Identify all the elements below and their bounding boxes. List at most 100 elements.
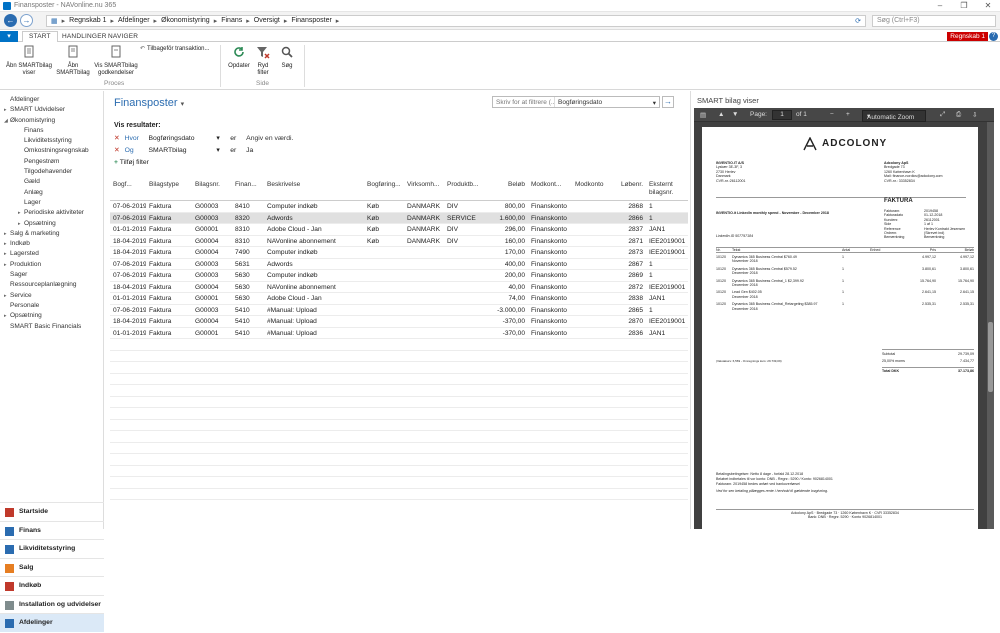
nav-tree-item[interactable]: Lager — [0, 198, 103, 208]
page-number-input[interactable]: 1 — [772, 110, 792, 120]
zoom-in-icon[interactable]: + — [846, 111, 850, 118]
previous-page-icon[interactable]: ▲ — [718, 111, 724, 118]
nav-button[interactable]: Indkøb — [0, 576, 104, 595]
column-header[interactable]: Bilagsnr. — [192, 179, 232, 200]
tab-naviger[interactable]: NAVIGER — [102, 32, 144, 41]
table-row[interactable]: 01-01-2019 Faktura G00001 5410 #Manual: Uplo… — [110, 328, 688, 339]
table-row[interactable]: 01-01-2019 Faktura G00001 8310 Adobe Cloud -… — [110, 224, 688, 236]
nav-tree-item[interactable]: Gæld — [0, 177, 103, 187]
column-header[interactable]: Bogføring... — [364, 179, 404, 200]
nav-tree-item[interactable]: ▸ Salg & marketing — [0, 229, 103, 239]
open-smartbilag-button[interactable]: Åbn SMARTbilag — [56, 45, 90, 77]
nav-tree-item[interactable]: Afdelinger — [0, 95, 103, 105]
column-header[interactable]: Bilagstype — [146, 179, 192, 200]
nav-tree-item[interactable]: Finans — [0, 126, 103, 136]
close-button[interactable]: ✕ — [976, 0, 1000, 12]
nav-button[interactable]: Finans — [0, 520, 104, 540]
nav-tree-item[interactable]: ▸ Produktion — [0, 260, 103, 270]
column-header[interactable]: Produktb... — [444, 179, 484, 200]
nav-tree-item[interactable]: ▸ Periodiske aktiviteter — [0, 208, 103, 218]
apply-filter-arrow-icon[interactable]: → — [662, 96, 674, 108]
show-smartbilag-approvals-button[interactable]: Vis SMARTbilag godkendelser — [92, 45, 140, 77]
breadcrumb-item[interactable]: Oversigt — [254, 17, 280, 25]
nav-button[interactable]: Likviditetsstyring — [0, 539, 104, 558]
reverse-transaction-button[interactable]: ↶ Tilbageför transaktion... — [140, 46, 220, 53]
next-page-icon[interactable]: ▼ — [732, 111, 738, 118]
table-row[interactable]: 07-06-2019 Faktura G00003 5630 Computer indk… — [110, 270, 688, 282]
viewer-scrollbar[interactable] — [987, 122, 994, 529]
column-header[interactable]: Virksomh... — [404, 179, 444, 200]
table-row[interactable]: 07-06-2019 Faktura G00003 5410 #Manual: Uplo… — [110, 305, 688, 316]
breadcrumb-item[interactable]: Økonomistyring — [161, 17, 210, 25]
nav-tree-item[interactable]: ▸ Indkøb — [0, 239, 103, 249]
nav-tree-item[interactable]: Likviditetsstyring — [0, 136, 103, 146]
nav-button[interactable]: Startside — [0, 502, 104, 521]
nav-tree-item[interactable]: Omkostningsregnskab — [0, 146, 103, 156]
add-filter-link[interactable]: + Tilføj filter — [114, 159, 149, 166]
nav-tree-item[interactable]: Personale — [0, 301, 103, 311]
filter-search-input[interactable]: Skriv for at filtrere (... Bogføringsdat… — [492, 96, 660, 108]
table-row[interactable]: 18-04-2019 Faktura G00004 5410 #Manual: Uplo… — [110, 316, 688, 328]
nav-tree-item[interactable]: ▸ Lagersted — [0, 249, 103, 259]
home-icon[interactable]: ▦ — [51, 17, 58, 25]
filter-field-select[interactable]: Bogføringsdato ▾ — [555, 97, 659, 107]
download-icon[interactable]: ⇩ — [972, 111, 977, 119]
table-row[interactable]: 07-06-2019 Faktura G00003 8320 Adwords Køb DAN… — [110, 212, 688, 224]
nav-tree-item[interactable]: Pengestrøm — [0, 157, 103, 167]
column-header[interactable]: Eksternt bilagsnr. — [646, 179, 688, 200]
breadcrumb-item[interactable]: Finansposter — [291, 17, 331, 25]
breadcrumb-item[interactable]: Finans — [221, 17, 242, 25]
filter-value-input[interactable]: Ja — [246, 147, 253, 154]
nav-tree-item[interactable]: ◢ Økonomistyring — [0, 116, 103, 126]
company-badge[interactable]: Regnskab 1 — [947, 32, 988, 41]
global-search-input[interactable]: Søg (Ctrl+F3) — [872, 15, 996, 27]
column-header[interactable]: Modkonto — [572, 179, 612, 200]
page-title[interactable]: Finansposter ▾ — [114, 97, 184, 109]
nav-button[interactable]: Afdelinger — [0, 613, 104, 632]
refresh-icon[interactable]: ⟳ — [855, 17, 861, 25]
table-row[interactable]: 07-06-2019 Faktura G00003 8410 Computer indk… — [110, 201, 688, 213]
nav-tree-item[interactable]: Sager — [0, 270, 103, 280]
breadcrumb-item[interactable]: Afdelinger — [118, 17, 150, 25]
table-row[interactable]: 01-01-2019 Faktura G00001 5630 Adobe Cloud -… — [110, 293, 688, 305]
application-menu-button[interactable]: ▾ — [0, 31, 18, 42]
table-row[interactable]: 18-04-2019 Faktura G00004 5630 NAVonline abo… — [110, 282, 688, 293]
nav-tree-item[interactable]: ▸ SMART Udvidelser — [0, 105, 103, 115]
remove-filter-icon[interactable]: ✕ — [114, 135, 120, 142]
nav-tree-item[interactable]: Ressourceplanlægning — [0, 280, 103, 290]
remove-filter-icon[interactable]: ✕ — [114, 147, 120, 154]
table-row[interactable]: 07-06-2019 Faktura G00003 5631 Adwords 400,00… — [110, 259, 688, 270]
forward-arrow-icon[interactable]: → — [20, 14, 33, 27]
help-icon[interactable]: ? — [989, 32, 998, 41]
column-header[interactable]: Modkont... — [528, 179, 572, 200]
clear-filter-button[interactable]: Ryd filter — [254, 45, 272, 77]
maximize-button[interactable]: ❐ — [952, 0, 976, 12]
table-row[interactable]: 18-04-2019 Faktura G00004 8310 NAVonline abo… — [110, 236, 688, 247]
zoom-out-icon[interactable]: − — [830, 111, 834, 118]
table-row[interactable]: 18-04-2019 Faktura G00004 7490 Computer indk… — [110, 247, 688, 259]
refresh-button[interactable]: Opdater — [224, 45, 254, 70]
back-arrow-icon[interactable]: ← — [4, 14, 17, 27]
open-smartbilag-viewer-button[interactable]: Åbn SMARTbilag viser — [4, 45, 54, 77]
nav-tree-item[interactable]: Anlæg — [0, 188, 103, 198]
search-button[interactable]: Søg — [278, 45, 296, 70]
column-header[interactable]: Finan... — [232, 179, 264, 200]
nav-tree-item[interactable]: ▸ Service — [0, 291, 103, 301]
zoom-select[interactable]: Automatic Zoom ▾ — [862, 110, 926, 122]
column-header[interactable]: Løbenr. — [612, 179, 646, 200]
nav-button[interactable]: Installation og udvidelser — [0, 594, 104, 614]
nav-tree-item[interactable]: Tilgodehavender — [0, 167, 103, 177]
filter-value-input[interactable]: Angiv en værdi. — [246, 135, 293, 142]
column-header[interactable]: Bogf... — [110, 179, 146, 200]
minimize-button[interactable]: – — [928, 0, 952, 12]
column-header[interactable]: Beskrivelse — [264, 179, 364, 200]
sidebar-toggle-icon[interactable]: ▤ — [700, 111, 706, 119]
nav-button[interactable]: Salg — [0, 557, 104, 577]
column-header[interactable]: Beløb — [484, 179, 528, 200]
fullscreen-icon[interactable]: ⤢ — [940, 111, 945, 119]
nav-tree-item[interactable]: ▸ Opsætning — [0, 219, 103, 229]
breadcrumb-item[interactable]: Regnskab 1 — [69, 17, 106, 25]
nav-tree-item[interactable]: ▸ Opsætning — [0, 311, 103, 321]
nav-tree-item[interactable]: SMART Basic Financials — [0, 322, 103, 332]
print-icon[interactable]: ⎙ — [956, 111, 961, 119]
